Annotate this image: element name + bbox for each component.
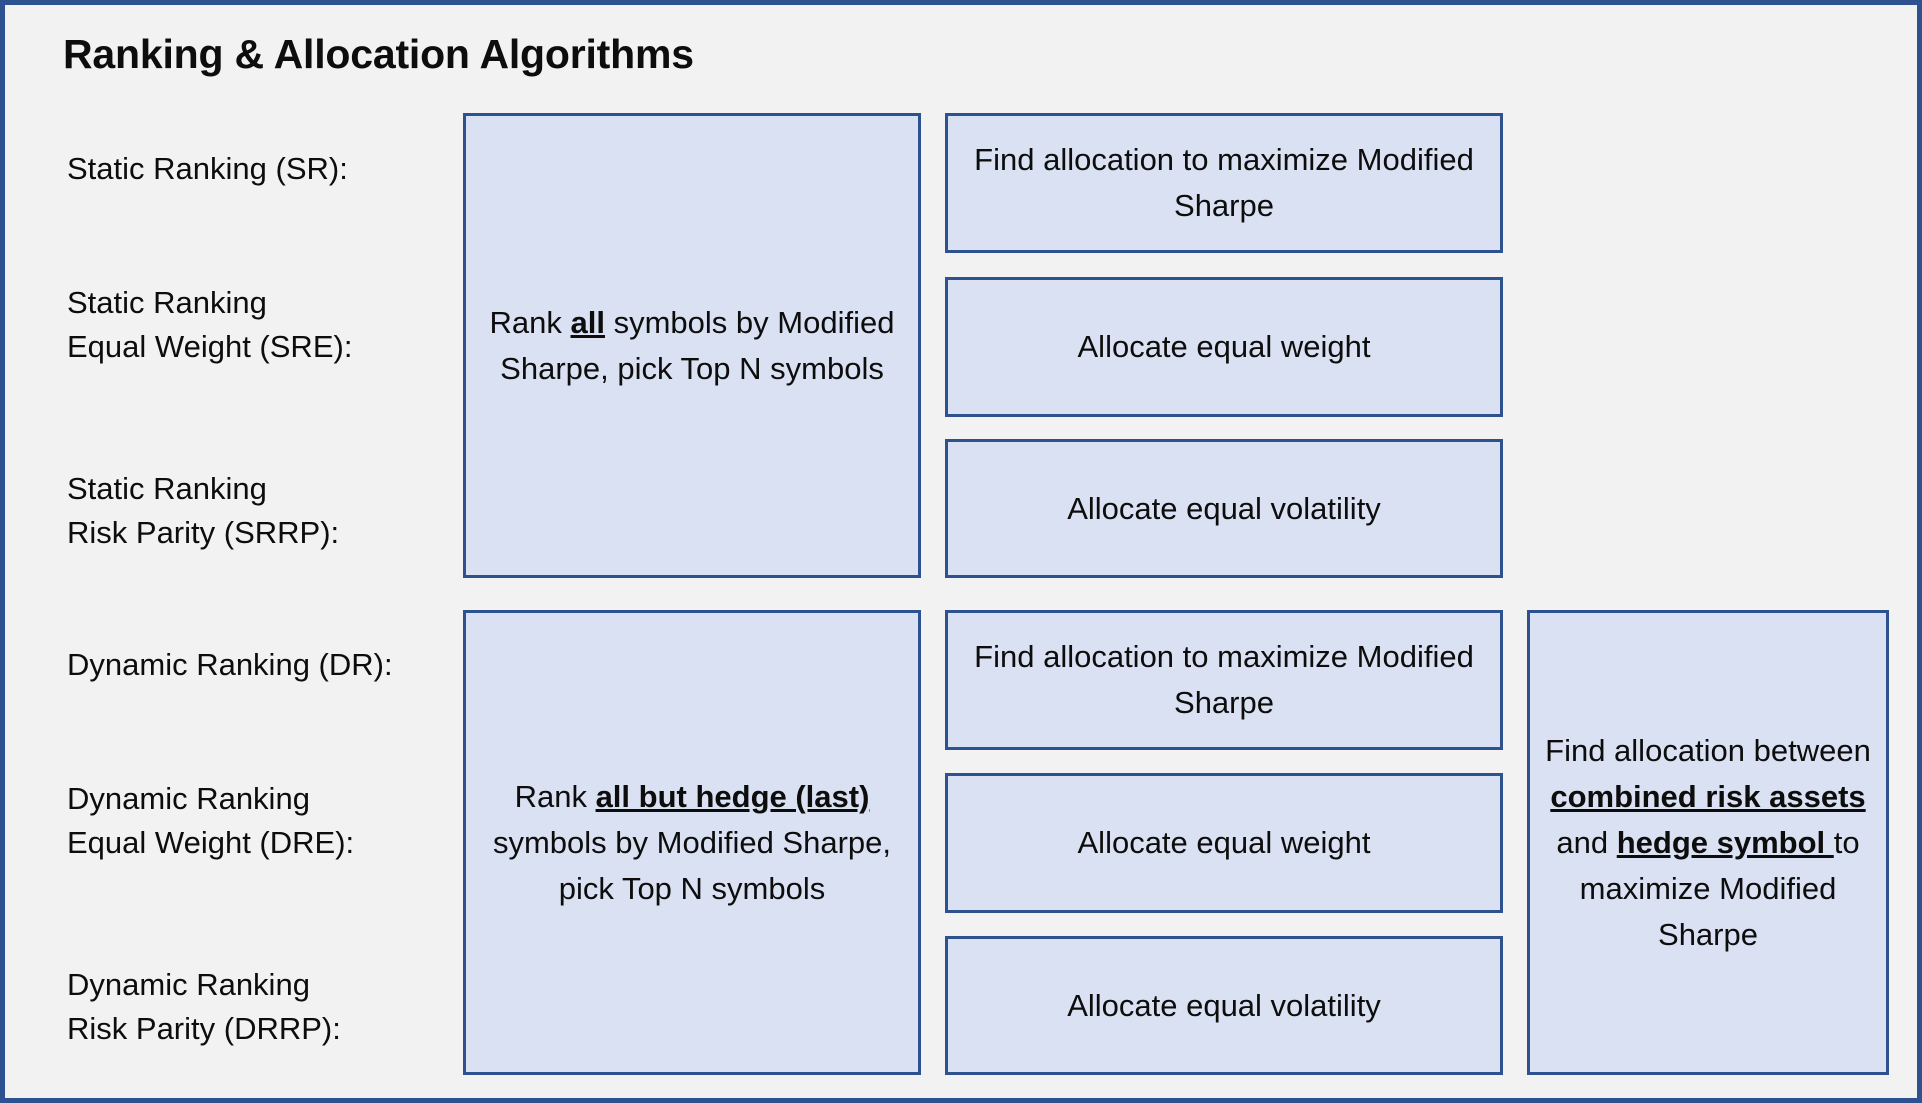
box-dynamic-ranking-rule: Rank all but hedge (last) symbols by Mod…: [463, 610, 921, 1075]
row-label-dynamic-ranking-equal-weight: Dynamic Ranking Equal Weight (DRE):: [67, 777, 447, 865]
box-srrp-allocation: Allocate equal volatility: [945, 439, 1503, 578]
box-drrp-allocation: Allocate equal volatility: [945, 936, 1503, 1075]
row-label-line1: Dynamic Ranking: [67, 781, 310, 816]
box-sre-allocation: Allocate equal weight: [945, 277, 1503, 417]
row-label-line2: Equal Weight (DRE):: [67, 825, 355, 860]
row-label-line2: Risk Parity (SRRP):: [67, 515, 340, 550]
row-label-dynamic-ranking-risk-parity: Dynamic Ranking Risk Parity (DRRP):: [67, 963, 447, 1051]
row-label-dynamic-ranking: Dynamic Ranking (DR):: [67, 643, 447, 687]
box-text: Allocate equal weight: [1077, 329, 1371, 364]
row-label-line2: Risk Parity (DRRP):: [67, 1011, 341, 1046]
row-label-line2: Equal Weight (SRE):: [67, 329, 353, 364]
box-sr-allocation: Find allocation to maximize Modified Sha…: [945, 113, 1503, 253]
diagram-frame: Ranking & Allocation Algorithms Static R…: [0, 0, 1922, 1103]
box-text: Allocate equal volatility: [1067, 490, 1381, 526]
box-static-ranking-rule: Rank all symbols by Modified Sharpe, pic…: [463, 113, 921, 578]
row-label-line1: Static Ranking: [67, 471, 267, 506]
page-title: Ranking & Allocation Algorithms: [63, 31, 694, 77]
row-label-line1: Static Ranking: [67, 285, 267, 320]
box-text: Rank all symbols by Modified Sharpe, pic…: [489, 304, 895, 386]
row-label-line1: Dynamic Ranking: [67, 967, 310, 1002]
box-text: Allocate equal volatility: [1067, 987, 1381, 1023]
row-label-line1: Static Ranking (SR):: [67, 151, 348, 186]
row-label-static-ranking-risk-parity: Static Ranking Risk Parity (SRRP):: [67, 467, 447, 555]
box-text: Find allocation between combined risk as…: [1545, 732, 1871, 952]
row-label-line1: Dynamic Ranking (DR):: [67, 647, 393, 682]
box-text: Rank all but hedge (last) symbols by Mod…: [492, 778, 892, 906]
box-text: Find allocation to maximize Modified Sha…: [974, 142, 1474, 223]
box-hedge-combination-allocation: Find allocation between combined risk as…: [1527, 610, 1889, 1075]
row-label-static-ranking-equal-weight: Static Ranking Equal Weight (SRE):: [67, 281, 447, 369]
box-dr-allocation: Find allocation to maximize Modified Sha…: [945, 610, 1503, 750]
box-text: Allocate equal weight: [1077, 825, 1371, 860]
box-dre-allocation: Allocate equal weight: [945, 773, 1503, 913]
row-label-static-ranking: Static Ranking (SR):: [67, 147, 447, 191]
box-text: Find allocation to maximize Modified Sha…: [974, 639, 1474, 720]
